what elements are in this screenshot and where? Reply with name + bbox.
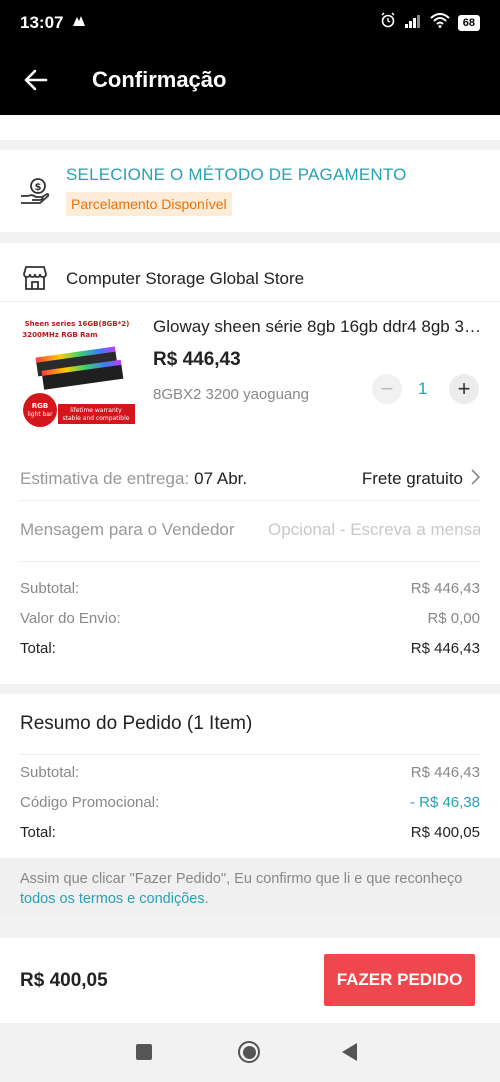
shipping-cost-row: Valor do Envio: R$ 0,00: [20, 608, 480, 628]
product-image-text: light bar: [27, 411, 53, 418]
store-subtotal-row: Subtotal: R$ 446,43: [20, 578, 480, 598]
alarm-icon: [380, 12, 396, 33]
battery-icon: 68: [457, 14, 480, 31]
page-title: Confirmação: [92, 67, 227, 92]
checkout-bar: R$ 400,05 FAZER PEDIDO: [0, 938, 500, 1023]
message-row: Mensagem para o Vendedor Opcional - Escr…: [20, 518, 480, 542]
summary-subtotal-label: Subtotal:: [20, 763, 80, 781]
summary-subtotal-row: Subtotal: R$ 446,43: [20, 762, 480, 782]
divider: [20, 500, 480, 501]
terms-notice: Assim que clicar "Fazer Pedido", Eu conf…: [0, 858, 500, 916]
divider: [20, 754, 480, 755]
product-image-text: stable and compatible: [63, 415, 130, 422]
recent-apps-icon[interactable]: [136, 1044, 152, 1060]
back-button[interactable]: [0, 45, 72, 115]
quantity-increase-button[interactable]: +: [449, 374, 479, 404]
payment-method-title: SELECIONE O MÉTODO DE PAGAMENTO: [66, 165, 407, 184]
wifi-icon: [430, 12, 450, 33]
product-image-text: 3200MHz RGB Ram: [22, 331, 97, 339]
promo-code-value: - R$ 46,38: [409, 793, 480, 811]
product-image-text: RGB: [32, 402, 48, 410]
store-total-row: Total: R$ 446,43: [20, 638, 480, 658]
product-image-text: Sheen series 16GB(8GB*2): [25, 320, 130, 328]
order-summary-title: Resumo do Pedido (1 Item): [20, 713, 253, 734]
delivery-label: Estimativa de entrega:: [20, 469, 190, 488]
delivery-row[interactable]: Estimativa de entrega: 07 Abr. Frete gra…: [20, 467, 481, 491]
quantity-value: 1: [418, 379, 428, 398]
product-title[interactable]: Gloway sheen série 8gb 16gb ddr4 8gb 320…: [153, 317, 483, 337]
summary-total-label: Total:: [20, 823, 56, 841]
divider: [20, 561, 480, 562]
money-hand-icon: $: [20, 176, 50, 211]
total-label: Total:: [20, 639, 56, 657]
subtotal-value: R$ 446,43: [410, 579, 480, 597]
delivery-date: 07 Abr.: [194, 469, 248, 488]
notification-icon: [71, 13, 87, 33]
system-nav-bar: [0, 1023, 500, 1082]
arrow-left-icon: [24, 69, 48, 91]
terms-link[interactable]: todos os termos e condições: [20, 891, 205, 907]
checkout-total: R$ 400,05: [20, 970, 108, 991]
app-bar: Confirmação: [0, 45, 500, 115]
svg-text:$: $: [35, 182, 42, 193]
summary-total-value: R$ 400,05: [410, 823, 480, 841]
store-icon: [22, 265, 48, 296]
quantity-decrease-button[interactable]: −: [372, 374, 402, 404]
home-icon[interactable]: [238, 1041, 260, 1063]
top-strip: [0, 115, 500, 140]
terms-end: .: [204, 891, 209, 907]
payment-method-card[interactable]: $ SELECIONE O MÉTODO DE PAGAMENTO Parcel…: [0, 150, 500, 232]
total-value: R$ 446,43: [410, 639, 480, 657]
system-back-icon[interactable]: [342, 1043, 357, 1061]
signal-icon: [404, 13, 422, 33]
shipping-option: Frete gratuito: [361, 469, 463, 488]
chevron-right-icon: [471, 468, 481, 490]
product-image-text: lifetime warranty: [70, 407, 122, 414]
product-image[interactable]: Sheen series 16GB(8GB*2) 3200MHz RGB Ram…: [20, 312, 135, 427]
clock: 13:07: [20, 12, 64, 32]
promo-code-row[interactable]: Código Promocional: - R$ 46,38: [20, 792, 480, 812]
shipping-cost-label: Valor do Envio:: [20, 609, 121, 627]
terms-text: Assim que clicar "Fazer Pedido", Eu conf…: [20, 871, 463, 887]
summary-subtotal-value: R$ 446,43: [410, 763, 480, 781]
store-name[interactable]: Computer Storage Global Store: [66, 269, 304, 289]
installment-badge: Parcelamento Disponível: [66, 192, 232, 216]
product-variant: 8GBX2 3200 yaoguang: [153, 386, 309, 403]
message-input[interactable]: Opcional - Escreva a mensagem: [268, 520, 480, 540]
product-price: R$ 446,43: [153, 349, 241, 370]
summary-total-row: Total: R$ 400,05: [20, 822, 480, 842]
divider: [0, 301, 500, 302]
subtotal-label: Subtotal:: [20, 579, 80, 597]
place-order-button[interactable]: FAZER PEDIDO: [324, 954, 475, 1006]
promo-code-label: Código Promocional:: [20, 793, 160, 811]
shipping-cost-value: R$ 0,00: [427, 609, 480, 627]
message-label: Mensagem para o Vendedor: [20, 520, 235, 539]
status-bar: 13:07 68: [0, 0, 500, 45]
